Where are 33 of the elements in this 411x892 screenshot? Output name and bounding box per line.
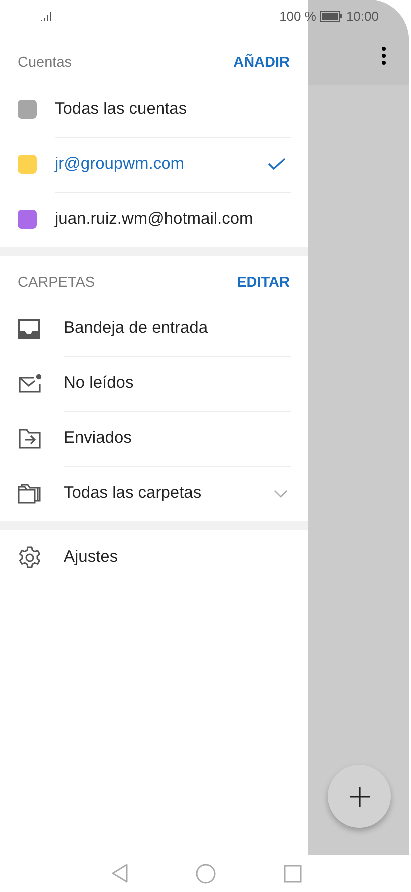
folders-icon <box>18 484 42 504</box>
folder-arrow-icon <box>18 428 42 448</box>
home-icon[interactable] <box>196 864 216 884</box>
check-icon <box>268 158 286 170</box>
section-title: Cuentas <box>18 55 72 71</box>
inbox-icon <box>18 318 40 338</box>
folder-item[interactable]: Todas las carpetas <box>64 484 274 503</box>
edit-link[interactable]: EDITAR <box>237 274 290 290</box>
settings-icon <box>18 546 42 570</box>
folder-row[interactable]: No leídos <box>0 356 308 411</box>
recents-icon[interactable] <box>284 864 302 882</box>
battery-icon <box>320 10 342 22</box>
account-item[interactable]: Todas las cuentas <box>55 100 291 118</box>
section-title: CARPETAS <box>18 274 96 290</box>
account-item[interactable]: juan.ruiz.wm@hotmail.com <box>55 210 291 229</box>
more-icon[interactable] <box>382 47 386 65</box>
folder-row[interactable]: Todas las carpetas <box>0 466 308 521</box>
settings-item[interactable]: Ajustes <box>64 548 291 567</box>
folder-item[interactable]: No leídos <box>64 374 291 392</box>
clock: 10:00 <box>346 8 379 24</box>
chevron-down-icon[interactable] <box>274 490 288 498</box>
compose-button[interactable] <box>328 765 391 828</box>
add-link[interactable]: AÑADIR <box>234 55 290 71</box>
back-icon[interactable] <box>112 864 128 883</box>
folder-item[interactable]: Bandeja de entrada <box>64 318 291 338</box>
plus-icon <box>350 786 370 806</box>
folder-row[interactable]: Bandeja de entrada <box>0 301 308 356</box>
battery-percent: 100 % <box>280 8 316 24</box>
envelope-icon <box>18 374 42 394</box>
signal-icon <box>40 11 54 21</box>
folder-row[interactable]: Enviados <box>0 411 308 466</box>
folder-item[interactable]: Enviados <box>64 428 291 448</box>
account-item[interactable]: jr@groupwm.com <box>55 154 268 174</box>
